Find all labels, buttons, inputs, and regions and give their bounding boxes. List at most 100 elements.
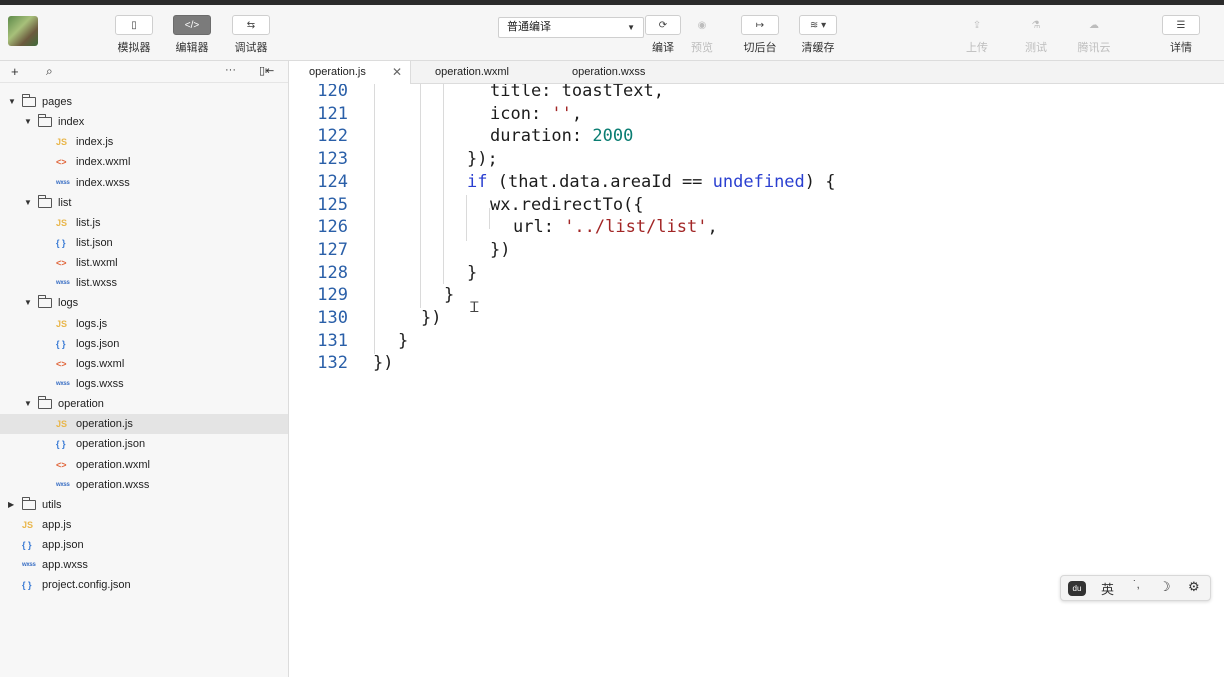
clear-cache-button[interactable]: ≋ ▾ 清缓存	[788, 15, 848, 55]
details-button[interactable]: ☰ 详情	[1151, 15, 1211, 55]
tree-file[interactable]: JS logs.js	[0, 314, 288, 334]
tree-file[interactable]: wxss operation.wxss	[0, 475, 288, 495]
tree-item-label: logs	[58, 297, 79, 310]
tree-file[interactable]: { } project.config.json	[0, 575, 288, 595]
tree-item-label: logs.json	[76, 337, 120, 350]
tree-file[interactable]: JS index.js	[0, 132, 288, 152]
tab-operation-wxss[interactable]: operation.wxss	[551, 61, 681, 84]
tree-item-label: logs.js	[76, 317, 108, 330]
code-line[interactable]: duration: 2000	[490, 126, 633, 146]
tree-folder[interactable]: ▶ utils	[0, 495, 288, 515]
test-label: 测试	[1025, 42, 1047, 54]
tree-file[interactable]: wxss index.wxss	[0, 173, 288, 193]
ime-logo[interactable]: du	[1068, 581, 1086, 596]
code-line[interactable]: if (that.data.areaId == undefined) {	[467, 172, 836, 192]
tab-operation-wxml[interactable]: operation.wxml	[412, 61, 550, 84]
js-file-icon: JS	[22, 519, 34, 530]
background-button[interactable]: ↦ 切后台	[730, 15, 790, 55]
test-button[interactable]: ⚗ 测试	[1006, 15, 1066, 55]
tree-item-label: index.js	[76, 136, 114, 149]
tree-file[interactable]: { } operation.json	[0, 434, 288, 454]
compile-mode-value: 普通编译	[507, 21, 551, 33]
folder-icon	[38, 295, 52, 309]
wxml-file-icon: <>	[56, 258, 67, 269]
line-number: 127	[317, 239, 348, 260]
line-number: 120	[317, 84, 348, 101]
editor-button[interactable]: </> 编辑器	[162, 15, 222, 55]
tree-file[interactable]: wxss list.wxss	[0, 273, 288, 293]
upload-button[interactable]: ⇪ 上传	[947, 15, 1007, 55]
tree-folder[interactable]: ▼ index	[0, 112, 288, 132]
moon-icon[interactable]: ☽	[1159, 579, 1171, 595]
tree-file[interactable]: <> operation.wxml	[0, 455, 288, 475]
collapse-panel-icon[interactable]: ▯⇤	[259, 64, 274, 77]
code-line[interactable]: });	[467, 149, 498, 169]
tree-item-label: index	[58, 116, 85, 129]
chevron-right-icon[interactable]: ▶	[8, 495, 14, 515]
cloud-button[interactable]: ☁ 腾讯云	[1064, 15, 1124, 55]
line-number: 125	[317, 194, 348, 215]
file-tree: ▼ pages ▼ index JS index.js <> index.wxml wxss in…	[0, 83, 288, 596]
code-line[interactable]: })	[373, 353, 393, 373]
compile-mode-select[interactable]: 普通编译 ▼	[498, 17, 644, 38]
tree-file[interactable]: <> list.wxml	[0, 253, 288, 273]
code-line[interactable]: }	[467, 263, 477, 283]
tree-folder[interactable]: ▼ logs	[0, 293, 288, 313]
wxml-file-icon: <>	[56, 459, 67, 470]
wxss-file-icon: wxss	[22, 562, 36, 569]
js-file-icon: JS	[56, 419, 68, 430]
code-line[interactable]: wx.redirectTo({	[490, 195, 644, 215]
tree-file[interactable]: { } app.json	[0, 535, 288, 555]
chevron-down-icon[interactable]: ▼	[8, 92, 16, 112]
ime-toolbar: du 英 ˙, ☽ ⚙	[1060, 575, 1211, 601]
tree-file[interactable]: <> logs.wxml	[0, 354, 288, 374]
line-number: 132	[317, 353, 348, 374]
debugger-button[interactable]: ⇆ 调试器	[221, 15, 281, 55]
simulator-button[interactable]: ▯ 模拟器	[104, 15, 164, 55]
tree-file[interactable]: { } list.json	[0, 233, 288, 253]
debug-icon: ⇆	[232, 15, 270, 35]
wxss-file-icon: wxss	[56, 280, 70, 287]
tree-file[interactable]: JS operation.js	[0, 414, 288, 435]
chevron-down-icon[interactable]: ▼	[24, 293, 32, 313]
cloud-icon: ☁	[1089, 19, 1099, 31]
gear-icon[interactable]: ⚙	[1188, 579, 1200, 595]
indent-guide	[443, 84, 444, 284]
search-icon[interactable]: ⌕	[46, 64, 53, 79]
close-icon[interactable]: ✕	[392, 61, 402, 83]
add-icon[interactable]: +	[11, 64, 19, 79]
tree-folder[interactable]: ▼ list	[0, 193, 288, 213]
tree-folder[interactable]: ▼ operation	[0, 394, 288, 414]
tree-file[interactable]: JS app.js	[0, 515, 288, 535]
tree-item-label: index.wxml	[76, 156, 131, 169]
line-number: 128	[317, 262, 348, 283]
editor-tabs: operation.js ✕ operation.wxml operation.…	[290, 61, 1224, 85]
wxss-file-icon: wxss	[56, 179, 70, 186]
code-line[interactable]: }	[444, 285, 454, 305]
tree-file[interactable]: wxss app.wxss	[0, 555, 288, 575]
ime-language-toggle[interactable]: 英	[1101, 579, 1114, 598]
chevron-down-icon[interactable]: ▼	[24, 394, 32, 414]
code-line[interactable]: title: toastText,	[490, 84, 664, 101]
tab-operation-js[interactable]: operation.js ✕	[290, 61, 411, 85]
clear-cache-label: 清缓存	[801, 42, 835, 54]
chevron-down-icon[interactable]: ▼	[24, 112, 32, 132]
tree-file[interactable]: <> index.wxml	[0, 152, 288, 172]
code-line[interactable]: }	[398, 331, 408, 351]
ime-punctuation-toggle[interactable]: ˙,	[1133, 579, 1140, 591]
code-line[interactable]: })	[490, 240, 510, 260]
preview-button[interactable]: ◉ 预览	[672, 15, 732, 55]
more-icon[interactable]: ···	[225, 64, 236, 76]
folder-icon	[38, 114, 52, 128]
code-line[interactable]: url: '../list/list',	[513, 217, 718, 237]
code-line[interactable]: icon: '',	[490, 104, 582, 124]
chevron-down-icon[interactable]: ▼	[24, 193, 32, 213]
tree-file[interactable]: { } logs.json	[0, 334, 288, 354]
line-number: 130	[317, 308, 348, 328]
upload-label: 上传	[966, 42, 988, 54]
tree-file[interactable]: JS list.js	[0, 213, 288, 233]
tree-folder[interactable]: ▼ pages	[0, 92, 288, 112]
avatar[interactable]	[8, 16, 38, 46]
code-line[interactable]: })	[421, 308, 441, 328]
tree-file[interactable]: wxss logs.wxss	[0, 374, 288, 394]
